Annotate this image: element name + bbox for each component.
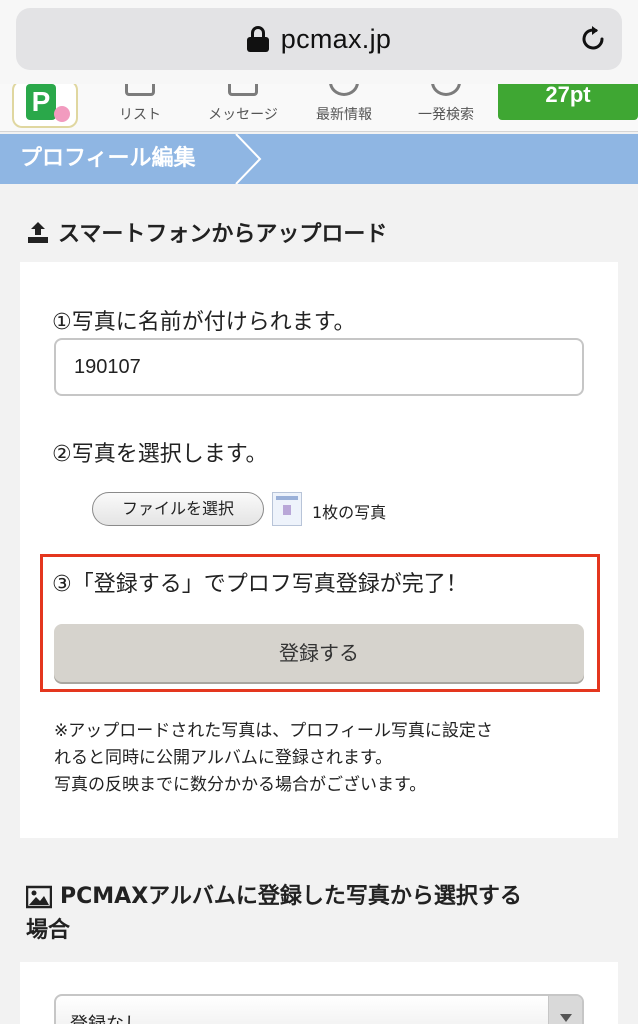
points-badge[interactable]: 27pt bbox=[498, 84, 638, 120]
site-nav: P リスト メッセージ 最新情報 一発検索 27pt bbox=[0, 84, 638, 132]
upload-note: ※アップロードされた写真は、プロフィール写真に設定さ れると同時に公開アルバムに… bbox=[54, 718, 594, 799]
upload-section-label: スマートフォンからアップロード bbox=[58, 222, 388, 247]
step-3-text: ③「登録する」でプロフ写真登録が完了！ bbox=[52, 572, 468, 597]
note-line: ※アップロードされた写真は、プロフィール写真に設定さ bbox=[54, 721, 493, 741]
site-logo[interactable]: P bbox=[12, 84, 78, 128]
note-line: れると同時に公開アルバムに登録されます。 bbox=[54, 748, 393, 768]
search-icon bbox=[431, 84, 461, 96]
list-icon bbox=[125, 84, 155, 96]
album-section-label-line1: PCMAXアルバムに登録した写真から選択する bbox=[60, 884, 522, 909]
register-button[interactable]: 登録する bbox=[54, 624, 584, 682]
nav-item-label: 一発検索 bbox=[418, 107, 474, 123]
file-count-text: 1枚の写真 bbox=[312, 503, 387, 522]
upload-section-title: スマートフォンからアップロード bbox=[26, 216, 387, 248]
page-title: プロフィール編集 bbox=[20, 146, 196, 171]
flower-icon bbox=[54, 106, 70, 122]
note-line: 写真の反映までに数分かかる場合がございます。 bbox=[54, 775, 427, 795]
breadcrumb: プロフィール編集 bbox=[0, 134, 260, 184]
album-section-label-line2: 場合 bbox=[26, 918, 71, 943]
nav-item-label: メッセージ bbox=[208, 107, 278, 123]
nav-item-list[interactable]: リスト bbox=[104, 84, 176, 131]
image-icon bbox=[26, 885, 52, 909]
album-photo-select[interactable]: 登録なし bbox=[54, 994, 584, 1024]
reload-icon[interactable] bbox=[578, 24, 608, 54]
nav-item-search[interactable]: 一発検索 bbox=[408, 84, 484, 131]
upload-icon bbox=[28, 222, 48, 243]
nav-item-message[interactable]: メッセージ bbox=[198, 84, 288, 131]
file-thumbnail-icon bbox=[272, 492, 302, 526]
photo-name-input[interactable] bbox=[54, 338, 584, 396]
url-text: pcmax.jp bbox=[280, 23, 392, 54]
nav-item-news[interactable]: 最新情報 bbox=[306, 84, 382, 131]
step-1-text: ①写真に名前が付けられます。 bbox=[52, 310, 356, 335]
address-bar[interactable]: pcmax.jp bbox=[16, 8, 622, 70]
info-icon bbox=[329, 84, 359, 96]
chevron-down-icon bbox=[548, 996, 582, 1024]
lock-icon bbox=[246, 26, 269, 52]
browser-bar: pcmax.jp bbox=[0, 0, 638, 84]
step-2-text: ②写真を選択します。 bbox=[52, 442, 268, 467]
envelope-icon bbox=[228, 84, 258, 96]
album-select-value: 登録なし bbox=[70, 1010, 142, 1024]
choose-file-button[interactable]: ファイルを選択 bbox=[92, 492, 264, 526]
nav-item-label: 最新情報 bbox=[316, 107, 372, 123]
nav-item-label: リスト bbox=[119, 107, 161, 123]
album-section-title: PCMAXアルバムに登録した写真から選択する 場合 bbox=[26, 880, 626, 948]
breadcrumb-chevron-icon bbox=[235, 134, 262, 184]
header-band: プロフィール編集 bbox=[0, 134, 638, 184]
